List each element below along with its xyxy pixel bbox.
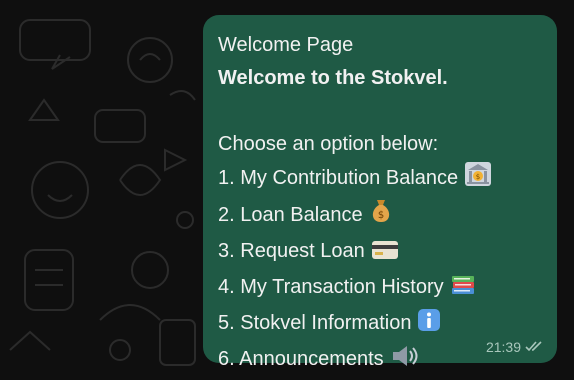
option-number: 4. (218, 276, 235, 298)
message-time: 21:39 (485, 339, 521, 355)
credit-card-icon (371, 238, 399, 271)
option-number: 3. (218, 240, 235, 262)
option-number: 1. (218, 167, 235, 189)
option-number: 2. (218, 204, 235, 226)
option-item: 1. My Contribution Balance $ (218, 161, 545, 198)
books-icon (450, 272, 476, 307)
bank-icon: $ (464, 161, 492, 198)
option-item: 5. Stokvel Information (218, 307, 545, 343)
option-label: My Transaction History (240, 276, 444, 298)
option-item: 4. My Transaction History (218, 271, 545, 307)
info-icon (417, 308, 441, 343)
option-item: 2. Loan Balance $ (218, 198, 545, 235)
message-bubble[interactable]: Welcome Page Welcome to the Stokvel. Cho… (203, 15, 557, 370)
svg-text:$: $ (377, 210, 383, 221)
message-meta: 21:39 (486, 339, 543, 355)
message-header: Welcome Page (218, 34, 354, 56)
option-item: 3. Request Loan (218, 235, 545, 271)
money-bag-icon: $ (369, 198, 393, 235)
double-check-icon (525, 339, 543, 355)
speaker-icon (390, 344, 420, 379)
option-label: Stokvel Information (240, 312, 412, 334)
message-title: Welcome to the Stokvel. (218, 67, 448, 89)
option-label: Loan Balance (240, 204, 363, 226)
option-number: 5. (218, 312, 235, 334)
option-label: Announcements (239, 348, 384, 370)
option-number: 6. (218, 348, 235, 370)
svg-text:$: $ (476, 173, 480, 181)
option-label: My Contribution Balance (240, 167, 459, 189)
message-prompt: Choose an option below: (218, 133, 439, 155)
option-label: Request Loan (240, 240, 365, 262)
